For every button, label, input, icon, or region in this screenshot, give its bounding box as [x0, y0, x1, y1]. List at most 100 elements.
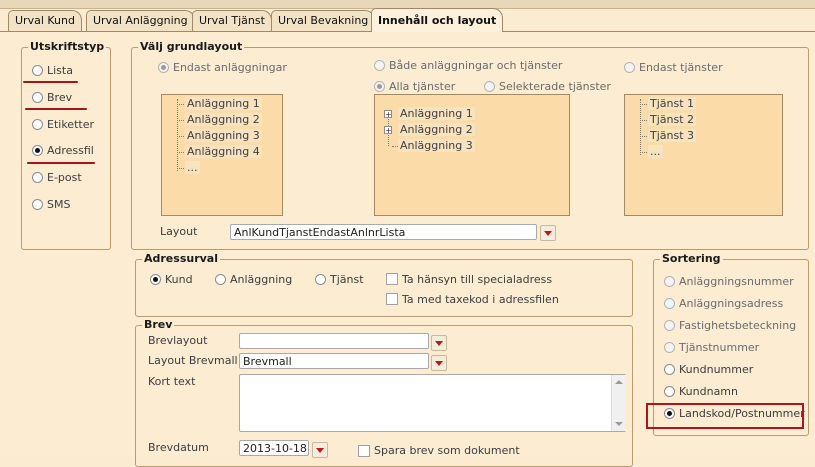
preview-item: Anläggning 1 — [185, 97, 262, 110]
label-brev: Brev — [47, 91, 73, 104]
tree-connector — [640, 104, 647, 105]
preview-item: Tjänst 1 — [648, 97, 697, 110]
preview-item: ... — [648, 145, 663, 158]
brevmall-select[interactable]: Brevmall — [239, 353, 429, 369]
checkbox-specialadress[interactable] — [386, 273, 398, 285]
tree-connector — [640, 99, 641, 155]
tree-connector — [177, 120, 184, 121]
brev-title: Brev — [142, 318, 175, 331]
radio-endast-anlaggningar[interactable] — [158, 62, 169, 73]
tab-urval-kund[interactable]: Urval Kund — [8, 10, 82, 31]
radio-fastighetsbeteckning[interactable] — [664, 320, 675, 331]
label-specialadress: Ta hänsyn till specialadress — [402, 273, 553, 286]
grundlayout-title: Välj grundlayout — [138, 40, 245, 53]
radio-alla-tjanster[interactable] — [374, 81, 385, 92]
tab-urval-tjanst[interactable]: Urval Tjänst — [192, 10, 272, 31]
preview-item: Tjänst 3 — [648, 129, 697, 142]
scroll-up-arrow-icon[interactable] — [615, 380, 623, 384]
label-spara-brev: Spara brev som dokument — [374, 444, 520, 457]
radio-anlaggning[interactable] — [215, 274, 226, 285]
radio-bade-anl-och-tjanster[interactable] — [374, 60, 385, 71]
layout-label: Layout — [160, 225, 198, 238]
preview-item: Tjänst 2 — [648, 113, 697, 126]
label-anlaggning: Anläggning — [230, 273, 293, 286]
annotation-underline-brev — [25, 108, 87, 110]
tree-connector — [640, 120, 647, 121]
tree-connector — [177, 168, 184, 169]
brevmall-label: Layout Brevmall — [148, 354, 238, 367]
label-lista: Lista — [47, 64, 73, 77]
tree-connector — [640, 152, 647, 153]
label-sms: SMS — [47, 198, 71, 211]
radio-adressfil[interactable] — [32, 145, 43, 156]
brevlayout-select[interactable] — [239, 333, 429, 349]
annotation-underline-adressfil — [27, 162, 95, 164]
preview-item: Anläggning 2 — [398, 123, 475, 136]
korttext-textarea[interactable] — [239, 374, 626, 432]
radio-endast-tjanster[interactable] — [624, 62, 635, 73]
preview-item: Anläggning 1 — [398, 107, 475, 120]
tab-urval-bevakning[interactable]: Urval Bevakning — [271, 10, 376, 31]
label-anlaggningsadress: Anläggningsadress — [679, 297, 784, 310]
annotation-underline-lista — [23, 81, 78, 83]
radio-e-post[interactable] — [32, 172, 43, 183]
tree-connector — [177, 136, 184, 137]
label-taxekod: Ta med taxekod i adressfilen — [402, 293, 559, 306]
label-adressfil: Adressfil — [47, 144, 94, 157]
adressurval-title: Adressurval — [142, 252, 220, 265]
korttext-label: Kort text — [148, 375, 196, 388]
checkbox-taxekod[interactable] — [386, 293, 398, 305]
layout-dropdown-arrow-icon[interactable] — [540, 225, 556, 241]
radio-kund[interactable] — [150, 274, 161, 285]
tree-connector — [177, 99, 178, 171]
label-selekterade-tjanster: Selekterade tjänster — [499, 80, 611, 93]
tree-connector — [640, 136, 647, 137]
label-anlaggningsnummer: Anläggningsnummer — [679, 275, 794, 288]
radio-tjanstnummer[interactable] — [664, 342, 675, 353]
tab-innehall-och-layout[interactable]: Innehåll och layout — [371, 8, 504, 32]
expand-plus-icon[interactable]: + — [384, 110, 392, 119]
preview-item: Anläggning 3 — [398, 139, 475, 152]
annotation-highlight-box — [646, 403, 804, 429]
tab-urval-anlaggning[interactable]: Urval Anläggning — [86, 10, 195, 31]
layout-select[interactable]: AnlKundTjanstEndastAnlnrLista — [230, 224, 537, 240]
radio-anlaggningsnummer[interactable] — [664, 276, 675, 287]
preview-item: Anläggning 4 — [185, 145, 262, 158]
tree-connector — [177, 104, 184, 105]
preview-item: Anläggning 2 — [185, 113, 262, 126]
checkbox-spara-brev[interactable] — [358, 445, 370, 457]
radio-brev[interactable] — [32, 92, 43, 103]
label-endast-anlaggningar: Endast anläggningar — [173, 61, 287, 74]
radio-etiketter[interactable] — [32, 119, 43, 130]
label-tjanstnummer: Tjänstnummer — [679, 341, 760, 354]
label-fastighetsbeteckning: Fastighetsbeteckning — [679, 319, 797, 332]
radio-tjanst[interactable] — [315, 274, 326, 285]
label-tjanst: Tjänst — [330, 273, 364, 286]
radio-sms[interactable] — [32, 199, 43, 210]
adressurval-group: Adressurval — [135, 252, 633, 317]
brevdatum-label: Brevdatum — [148, 441, 209, 454]
korttext-scrollbar[interactable] — [611, 375, 626, 431]
brevlayout-label: Brevlayout — [148, 334, 208, 347]
expand-plus-icon[interactable]: + — [384, 126, 392, 135]
label-alla-tjanster: Alla tjänster — [389, 80, 456, 93]
label-etiketter: Etiketter — [47, 118, 94, 131]
brevdatum-input[interactable]: 2013-10-18 — [239, 440, 309, 456]
radio-lista[interactable] — [32, 65, 43, 76]
label-e-post: E-post — [47, 171, 82, 184]
radio-kundnamn[interactable] — [664, 386, 675, 397]
radio-selekterade-tjanster[interactable] — [484, 81, 495, 92]
brevmall-dropdown-arrow-icon[interactable] — [431, 355, 447, 371]
sortering-title: Sortering — [660, 252, 723, 265]
scroll-down-arrow-icon[interactable] — [615, 422, 623, 426]
tree-connector — [177, 152, 184, 153]
radio-anlaggningsadress[interactable] — [664, 298, 675, 309]
label-kundnamn: Kundnamn — [679, 385, 738, 398]
radio-kundnummer[interactable] — [664, 364, 675, 375]
label-kundnummer: Kundnummer — [679, 363, 754, 376]
label-kund: Kund — [165, 273, 193, 286]
brevlayout-dropdown-arrow-icon[interactable] — [431, 335, 447, 351]
utskriftstyp-title: Utskriftstyp — [28, 40, 107, 53]
preview-item: Anläggning 3 — [185, 129, 262, 142]
label-endast-tjanster: Endast tjänster — [639, 61, 723, 74]
